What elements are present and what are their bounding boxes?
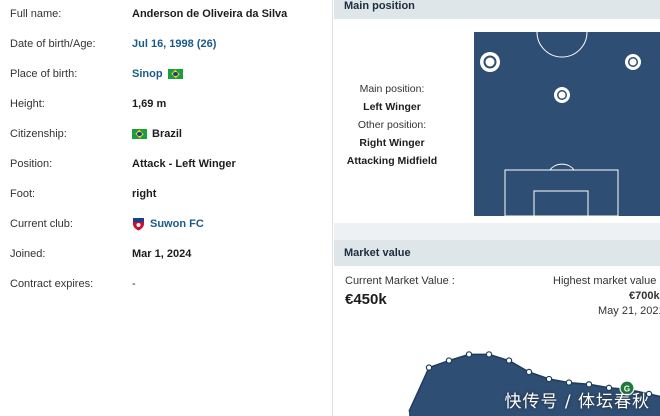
height-label: Height:	[10, 98, 45, 110]
highest-mv-value: €700k	[629, 290, 660, 302]
full-name-value: Anderson de Oliveira da Silva	[132, 8, 288, 20]
market-value-point[interactable]	[505, 357, 513, 364]
other-position-label: Other position:	[357, 119, 427, 131]
current-club-label: Current club:	[10, 218, 73, 230]
marker-right-winger	[625, 54, 641, 70]
place-of-birth-value: Sinop	[132, 68, 183, 80]
row-contract-expires: Contract expires: -	[10, 273, 328, 295]
foot-label: Foot:	[10, 188, 36, 200]
highest-mv-label: Highest market value	[553, 275, 657, 287]
market-value-point[interactable]	[425, 364, 433, 371]
position-label: Position:	[10, 158, 53, 170]
market-value-point[interactable]	[445, 357, 453, 364]
brazil-flag-icon	[167, 69, 183, 79]
height-value: 1,69 m	[132, 98, 167, 110]
market-value-point[interactable]	[545, 375, 553, 383]
row-joined: Joined: Mar 1, 2024	[10, 243, 328, 265]
row-height: Height: 1,69 m	[10, 93, 328, 115]
market-value-header: Market value	[334, 240, 660, 266]
current-club-value: Suwon FC	[132, 217, 204, 231]
row-current-club: Current club: Suwon FC	[10, 213, 328, 235]
contract-expires-label: Contract expires:	[10, 278, 94, 290]
foot-value: right	[132, 188, 157, 200]
market-value-point[interactable]	[485, 351, 493, 358]
position-legend: Main position: Left Winger Other positio…	[342, 80, 442, 170]
player-info-table: Full name: Anderson de Oliveira da Silva…	[0, 0, 333, 416]
position-value: Attack - Left Winger	[132, 158, 236, 170]
citizenship-value: Brazil	[132, 128, 182, 140]
row-foot: Foot: right	[10, 183, 328, 205]
other-position-1: Right Winger	[359, 137, 425, 149]
place-of-birth-link[interactable]: Sinop	[132, 68, 163, 80]
other-position-2: Attacking Midfield	[346, 155, 438, 167]
club-crest-icon[interactable]	[132, 217, 145, 231]
dob-label: Date of birth/Age:	[10, 38, 96, 50]
row-full-name: Full name: Anderson de Oliveira da Silva	[10, 3, 328, 25]
row-dob: Date of birth/Age: Jul 16, 1998 (26)	[10, 33, 328, 55]
market-value-point[interactable]	[565, 379, 573, 386]
current-mv-label: Current Market Value :	[345, 275, 455, 287]
marker-left-winger	[480, 52, 500, 72]
market-value-point[interactable]	[525, 368, 533, 376]
current-club-link[interactable]: Suwon FC	[150, 218, 204, 230]
full-name-label: Full name:	[10, 8, 62, 20]
brazil-flag-icon	[132, 129, 147, 139]
place-of-birth-label: Place of birth:	[10, 68, 78, 80]
marker-attacking-midfield	[554, 87, 570, 103]
contract-expires-value: -	[132, 278, 136, 290]
dob-link[interactable]: Jul 16, 1998 (26)	[132, 38, 216, 50]
current-mv-value: €450k	[345, 291, 387, 308]
row-place-of-birth: Place of birth: Sinop	[10, 63, 328, 85]
main-position-label: Main position:	[359, 83, 425, 95]
market-value-point[interactable]	[465, 351, 473, 358]
main-position-value: Left Winger	[363, 101, 421, 113]
joined-label: Joined:	[10, 248, 46, 260]
row-position: Position: Attack - Left Winger	[10, 153, 328, 175]
joined-value: Mar 1, 2024	[132, 248, 192, 260]
main-position-panel: Main position: Left Winger Other positio…	[334, 19, 660, 223]
main-position-header: Main position	[334, 0, 660, 19]
pitch-diagram	[474, 32, 660, 216]
right-column: Main position Main position: Left Winger…	[334, 0, 660, 416]
watermark: 快传号 / 体坛春秋	[504, 392, 650, 412]
row-citizenship: Citizenship: Brazil	[10, 123, 328, 145]
citizenship-label: Citizenship:	[10, 128, 67, 140]
citizenship-text: Brazil	[152, 128, 182, 140]
